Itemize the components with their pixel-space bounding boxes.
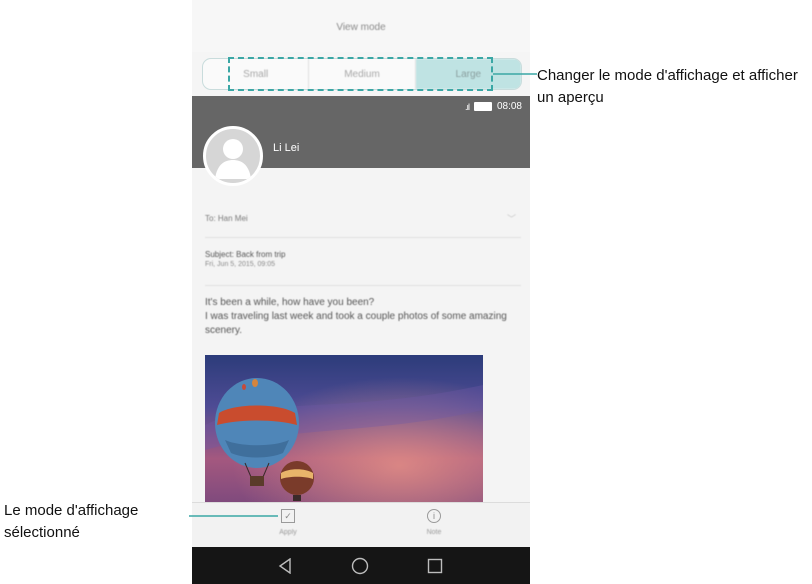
apply-button[interactable]: ✓ Apply [258,509,318,536]
view-mode-large-button[interactable]: Large [415,59,521,89]
recent-apps-icon[interactable] [415,547,455,584]
mail-date: Fri, Jun 5, 2015, 09:05 [205,261,276,268]
email-preview: .ıl 08:08 Li Lei To: Han Mei ﹀ Subject: … [192,96,530,502]
mail-text-line: I was traveling last week and took a cou… [205,311,507,336]
sender-name: Li Lei [273,142,300,154]
battery-icon [473,102,492,111]
view-mode-callout: Changer le mode d'affichage et afficher … [537,67,798,106]
avatar-icon [203,126,263,186]
recipient: To: Han Mei [205,214,248,223]
page-title: View mode [336,22,386,33]
checkbox-icon: ✓ [281,509,295,523]
mail-text-line: It's been a while, how have you been? [205,297,375,308]
divider [205,285,521,286]
selected-mode-callout: Le mode d'affichage sélectionné [4,500,189,544]
note-label: Note [426,529,442,536]
title-bar: View mode [192,0,530,52]
view-mode-small-button[interactable]: Small [203,59,310,89]
phone-screen: View mode Small Medium Large .ıl 08:08 L… [192,0,530,584]
action-bar: ✓ Apply i Note [192,502,530,548]
home-icon[interactable] [340,547,380,584]
navigation-bar [192,547,530,584]
signal-icon: .ıl [464,101,470,112]
back-icon[interactable] [265,547,305,584]
apply-label: Apply [279,529,297,536]
selected-mode-callout-line: sélectionné [4,524,80,541]
mail-subject: Subject: Back from trip [205,250,286,259]
divider [205,237,521,238]
view-mode-medium-button[interactable]: Medium [309,59,416,89]
note-button[interactable]: i Note [404,509,464,536]
info-icon: i [427,509,441,523]
attached-photo [205,355,483,502]
selected-mode-callout-line: Le mode d'affichage [4,502,139,519]
view-mode-selector: Small Medium Large [202,58,522,90]
status-bar: .ıl 08:08 [465,101,522,112]
status-time: 08:08 [496,101,522,112]
chevron-down-icon: ﹀ [506,214,516,224]
mail-text: It's been a while, how have you been? I … [205,296,525,338]
recipient-row: To: Han Mei ﹀ [205,214,520,224]
